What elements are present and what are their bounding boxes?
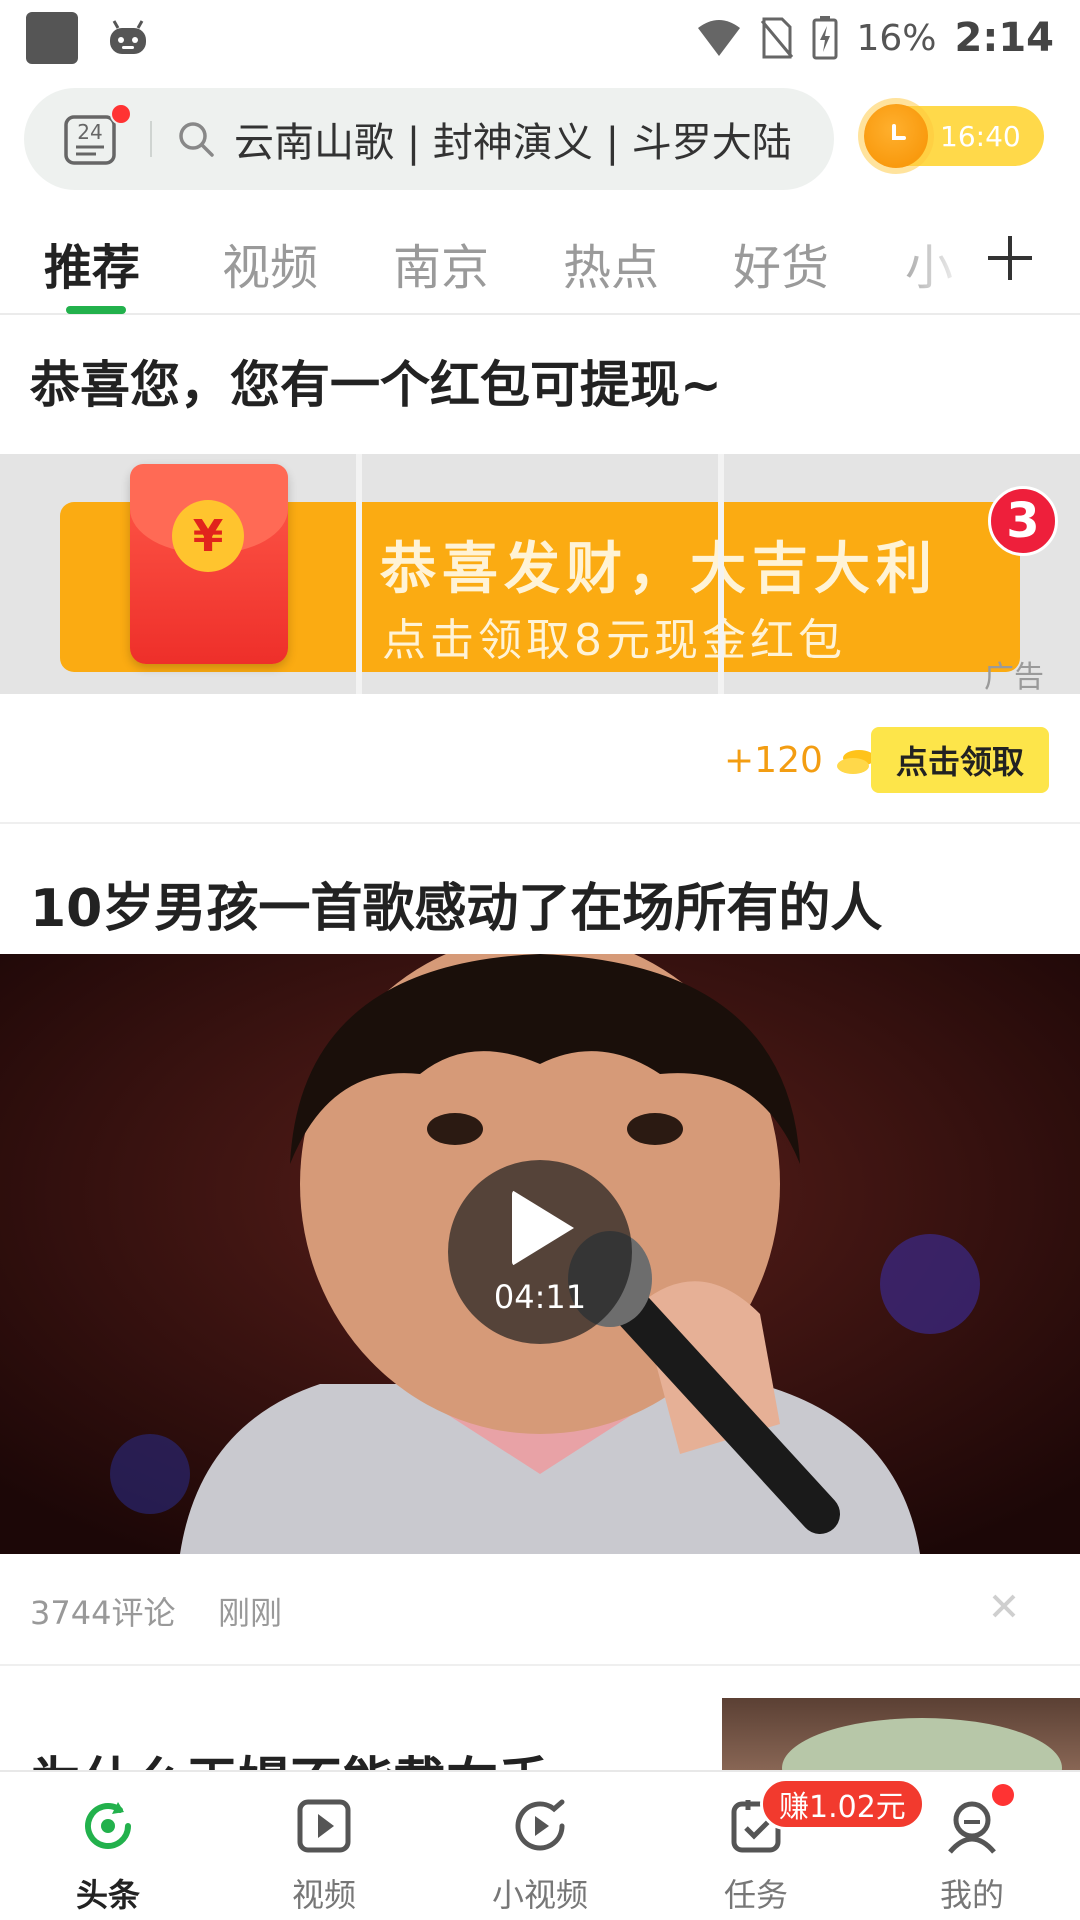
battery-icon: [812, 16, 838, 60]
search-icon: [179, 122, 214, 157]
tab-fade: [890, 210, 970, 310]
ad-headline: 恭喜发财，大吉大利: [380, 537, 938, 602]
add-channel-icon[interactable]: [984, 232, 1036, 284]
ad-subline: 点击领取8元现金红包: [382, 615, 846, 666]
ad-actions-row: +120 点击领取: [0, 694, 1080, 824]
tab-nanjing[interactable]: 南京: [393, 228, 489, 298]
calendar-notification-dot: [110, 103, 132, 125]
wifi-icon: [698, 20, 741, 56]
nav-label: 我的: [939, 1876, 1004, 1914]
next-article-thumbnail[interactable]: [722, 1698, 1080, 1778]
article-title[interactable]: 10岁男孩一首歌感动了在场所有的人: [30, 866, 882, 941]
video-thumbnail[interactable]: 04:11: [0, 954, 1080, 1554]
play-icon: [512, 1190, 574, 1266]
ad-card-title[interactable]: 恭喜您，您有一个红包可提现~: [30, 345, 722, 417]
calendar-button[interactable]: 24: [62, 103, 132, 167]
tab-hot[interactable]: 热点: [563, 228, 659, 298]
earn-money-badge[interactable]: 赚1.02元: [760, 1778, 925, 1830]
ad-label: 广告: [984, 660, 1044, 694]
reward-amount: +120: [724, 740, 823, 781]
nav-video[interactable]: 视频: [216, 1772, 432, 1920]
yen-coin-icon: ¥: [172, 500, 244, 572]
dismiss-icon[interactable]: [988, 1584, 1020, 1624]
nav-headlines[interactable]: 头条: [0, 1772, 216, 1920]
reading-timer-badge[interactable]: 16:40: [864, 104, 1044, 168]
tab-video[interactable]: 视频: [222, 228, 318, 298]
clock-coin-icon: [864, 104, 928, 168]
nav-small-video[interactable]: 小视频: [432, 1772, 648, 1920]
video-play-icon: [297, 1799, 351, 1853]
search-header: 24 云南山歌 | 封神演义 | 斗罗大陆 16:40: [0, 86, 1080, 196]
ad-image-divider: [718, 454, 724, 694]
publish-time: 刚刚: [218, 1594, 283, 1632]
tab-goods[interactable]: 好货: [733, 228, 829, 298]
claim-button[interactable]: 点击领取: [871, 727, 1049, 793]
search-divider: [150, 121, 152, 157]
bottom-navigation: 头条 视频 小视频 任务 我的 赚1.02元: [0, 1770, 1080, 1920]
search-bar[interactable]: 24 云南山歌 | 封神演义 | 斗罗大陆: [24, 88, 834, 190]
play-button[interactable]: 04:11: [448, 1160, 632, 1344]
coin-reward: +120: [724, 740, 877, 781]
notification-app-icon: [26, 12, 78, 64]
no-sim-icon: [761, 17, 794, 59]
battery-percent: 16%: [856, 17, 937, 59]
profile-notification-dot: [992, 1784, 1014, 1806]
red-envelope-icon: ¥: [130, 464, 288, 664]
nav-label: 小视频: [491, 1876, 588, 1914]
nav-label: 任务: [723, 1876, 788, 1914]
status-bar: 16% 2:14: [0, 0, 1080, 76]
calendar-day: 24: [77, 120, 102, 144]
channel-tabs: 推荐 视频 南京 热点 好货 小: [0, 210, 1080, 315]
comment-count: 3744评论: [30, 1594, 176, 1632]
nav-label: 头条: [75, 1876, 140, 1914]
clock-time: 2:14: [954, 15, 1055, 61]
timer-value: 16:40: [940, 119, 1021, 153]
video-duration: 04:11: [493, 1278, 587, 1316]
article-meta: 3744评论 刚刚: [0, 1554, 1080, 1666]
ad-count-badge: 3: [988, 486, 1058, 556]
tab-recommend[interactable]: 推荐: [44, 228, 140, 298]
nav-label: 视频: [291, 1876, 356, 1914]
ad-image-divider: [356, 454, 362, 694]
tea-cup-image: [782, 1718, 1062, 1778]
active-tab-indicator: [66, 306, 126, 314]
search-hot-words[interactable]: 云南山歌 | 封神演义 | 斗罗大陆: [234, 110, 792, 168]
calendar-icon: 24: [64, 115, 116, 165]
refresh-circle-icon: [85, 1802, 131, 1849]
ad-banner[interactable]: ¥ 恭喜发财，大吉大利 点击领取8元现金红包 3 广告: [0, 454, 1080, 694]
small-video-icon: [515, 1799, 565, 1851]
profile-icon: [948, 1801, 996, 1854]
robot-notification-icon: [110, 20, 146, 54]
